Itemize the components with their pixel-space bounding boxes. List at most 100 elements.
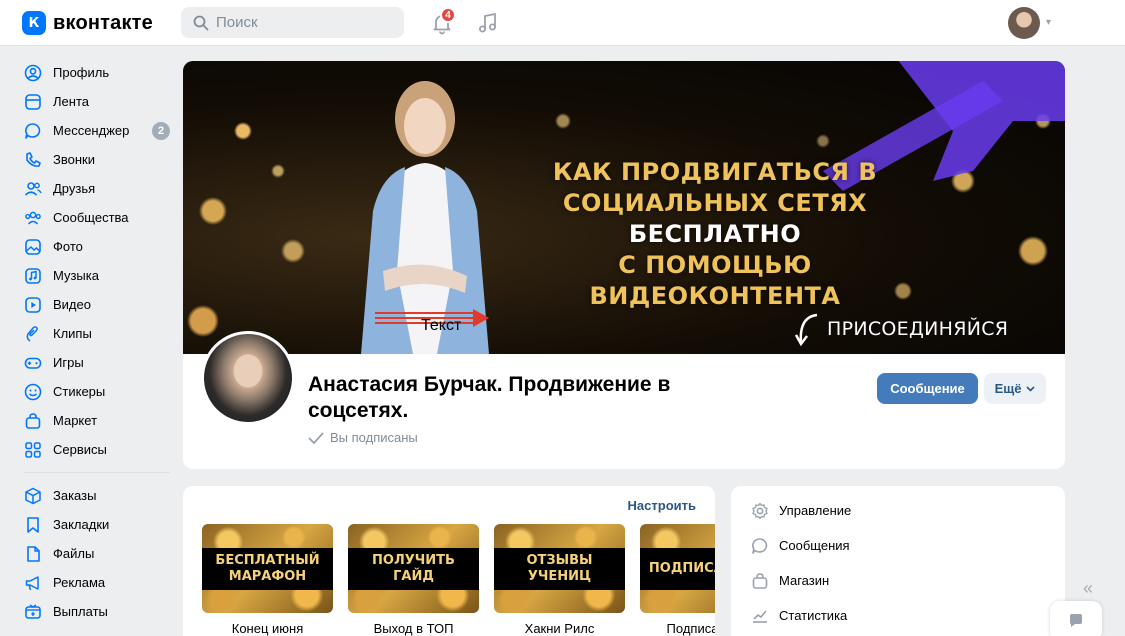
sidebar-item-phone[interactable]: Звонки — [22, 145, 172, 174]
megaphone-icon — [25, 575, 39, 590]
sidebar-item-label: Мессенджер — [53, 123, 130, 138]
manage-item-stats[interactable]: Статистика — [731, 598, 1065, 633]
box-icon — [25, 487, 41, 504]
user-avatar[interactable] — [1008, 7, 1040, 39]
sidebar-item-chat-bubble[interactable]: Мессенджер 2 — [22, 116, 172, 145]
sidebar-item-icon — [24, 238, 42, 256]
sidebar-item-friends[interactable]: Друзья — [22, 174, 172, 203]
link-tile[interactable]: ОТЗЫВЫ УЧЕНИЦ Хакни Рилс — [494, 524, 625, 636]
chat-fab-button[interactable] — [1050, 601, 1102, 636]
sidebar-item-label: Фото — [53, 239, 83, 254]
link-tile-image[interactable]: БЕСПЛАТНЫЙ МАРАФОН — [202, 524, 333, 613]
collapse-double-chevron-icon[interactable]: « — [1083, 578, 1093, 599]
sidebar-item-label: Друзья — [53, 181, 96, 196]
sidebar-item-icon — [24, 487, 42, 505]
sidebar-item-label: Сообщества — [53, 210, 129, 225]
sidebar-item-music[interactable]: Музыка — [22, 261, 172, 290]
message-icon — [752, 537, 768, 554]
manage-item-shop[interactable]: Магазин — [731, 563, 1065, 598]
cover-join-text: ПРИСОЕДИНЯЙСЯ — [827, 318, 1009, 340]
shopping-bag-icon — [25, 412, 41, 429]
cover-headline: КАК ПРОДВИГАТЬСЯ В СОЦИАЛЬНЫХ СЕТЯХ БЕСП… — [495, 157, 935, 312]
sidebar-item-file[interactable]: Файлы — [22, 539, 172, 568]
link-tile-image[interactable]: ПОДПИСАТЬСЯ — [640, 524, 715, 613]
photo-icon — [25, 238, 41, 255]
cover-headline-line3: С ПОМОЩЬЮ ВИДЕОКОНТЕНТА — [589, 251, 841, 310]
vk-logo[interactable]: К вконтакте — [22, 11, 153, 35]
cover-headline-line2a: СОЦИАЛЬНЫХ СЕТЯХ — [562, 189, 868, 217]
sidebar-item-clips[interactable]: Клипы — [22, 319, 172, 348]
chat-bubble-icon — [25, 122, 41, 139]
sidebar-item-payouts[interactable]: Выплаты — [22, 597, 172, 626]
sidebar-item-feed[interactable]: Лента — [22, 87, 172, 116]
link-tile-image-text: ПОЛУЧИТЬ ГАЙД — [372, 552, 455, 584]
sidebar-item-grid[interactable]: Сервисы — [22, 435, 172, 464]
sidebar-item-icon — [24, 151, 42, 169]
link-tile-image-text: ПОДПИСАТЬСЯ — [648, 560, 715, 576]
link-tile-label[interactable]: Конец июня — [202, 621, 333, 636]
sidebar-item-icon — [24, 93, 42, 111]
clips-icon — [26, 325, 38, 342]
sidebar-item-label: Маркет — [53, 413, 98, 428]
manage-item-gear[interactable]: Управление — [731, 493, 1065, 528]
file-icon — [27, 545, 40, 562]
sidebar-item-box[interactable]: Заказы — [22, 481, 172, 510]
sidebar-item-video[interactable]: Видео — [22, 290, 172, 319]
link-tile-image[interactable]: ПОЛУЧИТЬ ГАЙД — [348, 524, 479, 613]
manage-card: Управление Сообщения Магазин Статистика — [731, 486, 1065, 636]
sidebar-item-smile[interactable]: Стикеры — [22, 377, 172, 406]
link-tile-image[interactable]: ОТЗЫВЫ УЧЕНИЦ — [494, 524, 625, 613]
link-tile[interactable]: ПОДПИСАТЬСЯ Подписаться — [640, 524, 715, 636]
sidebar-item-shopping-bag[interactable]: Маркет — [22, 406, 172, 435]
sidebar-item-user-circle[interactable]: Профиль — [22, 58, 172, 87]
sidebar-item-icon — [24, 180, 42, 198]
sidebar-item-label: Звонки — [53, 152, 95, 167]
more-button[interactable]: Ещё — [984, 373, 1046, 404]
more-button-label: Ещё — [994, 381, 1022, 396]
sidebar-item-label: Клипы — [53, 326, 92, 341]
smile-icon — [24, 383, 42, 400]
sidebar-item-label: Игры — [53, 355, 84, 370]
sidebar-item-label: Закладки — [53, 517, 110, 532]
link-tile-label[interactable]: Выход в ТОП — [348, 621, 479, 636]
sidebar-item-photo[interactable]: Фото — [22, 232, 172, 261]
message-button[interactable]: Сообщение — [877, 373, 978, 404]
phone-icon — [26, 151, 41, 167]
manage-item-message[interactable]: Сообщения — [731, 528, 1065, 563]
chevron-down-icon[interactable]: ▾ — [1046, 17, 1051, 28]
sidebar-item-megaphone[interactable]: Реклама — [22, 568, 172, 597]
cover-join-label: ПРИСОЕДИНЯЙСЯ — [795, 311, 1008, 347]
music-icon[interactable] — [476, 11, 500, 35]
search-box[interactable] — [181, 7, 404, 38]
sidebar-item-label: Видео — [53, 297, 91, 312]
bookmark-icon — [27, 516, 39, 533]
chat-icon — [1070, 614, 1082, 627]
sidebar-item-bookmark[interactable]: Закладки — [22, 510, 172, 539]
subscribed-status[interactable]: Вы подписаны — [308, 430, 418, 445]
subscribed-label: Вы подписаны — [330, 430, 418, 445]
sidebar-item-label: Заказы — [53, 488, 97, 503]
stats-icon — [753, 609, 767, 623]
configure-link[interactable]: Настроить — [628, 498, 696, 513]
link-tile[interactable]: ПОЛУЧИТЬ ГАЙД Выход в ТОП — [348, 524, 479, 636]
search-input[interactable] — [216, 14, 386, 31]
manage-item-label: Сообщения — [779, 538, 850, 553]
links-card: Настроить БЕСПЛАТНЫЙ МАРАФОН Конец июня ПО… — [183, 486, 715, 636]
link-tile-label[interactable]: Подписаться — [640, 621, 715, 636]
left-sidebar: Профиль Лента Мессенджер 2 Звонки Друзья Сообщ… — [22, 58, 172, 626]
payouts-icon — [25, 603, 41, 619]
sidebar-item-gamepad[interactable]: Игры — [22, 348, 172, 377]
link-tile[interactable]: БЕСПЛАТНЫЙ МАРАФОН Конец июня — [202, 524, 333, 636]
sidebar-item-label: Выплаты — [53, 604, 108, 619]
link-tile-label[interactable]: Хакни Рилс — [494, 621, 625, 636]
profile-avatar[interactable] — [201, 331, 295, 425]
sidebar-item-icon — [24, 441, 42, 459]
sidebar-item-communities[interactable]: Сообщества — [22, 203, 172, 232]
sidebar-item-icon — [24, 209, 42, 227]
sidebar-item-label: Музыка — [53, 268, 99, 283]
sidebar-item-icon — [24, 296, 42, 314]
gear-icon — [752, 502, 768, 519]
sidebar-item-label: Сервисы — [53, 442, 107, 457]
feed-icon — [25, 93, 41, 110]
manage-item-label: Статистика — [779, 608, 848, 623]
